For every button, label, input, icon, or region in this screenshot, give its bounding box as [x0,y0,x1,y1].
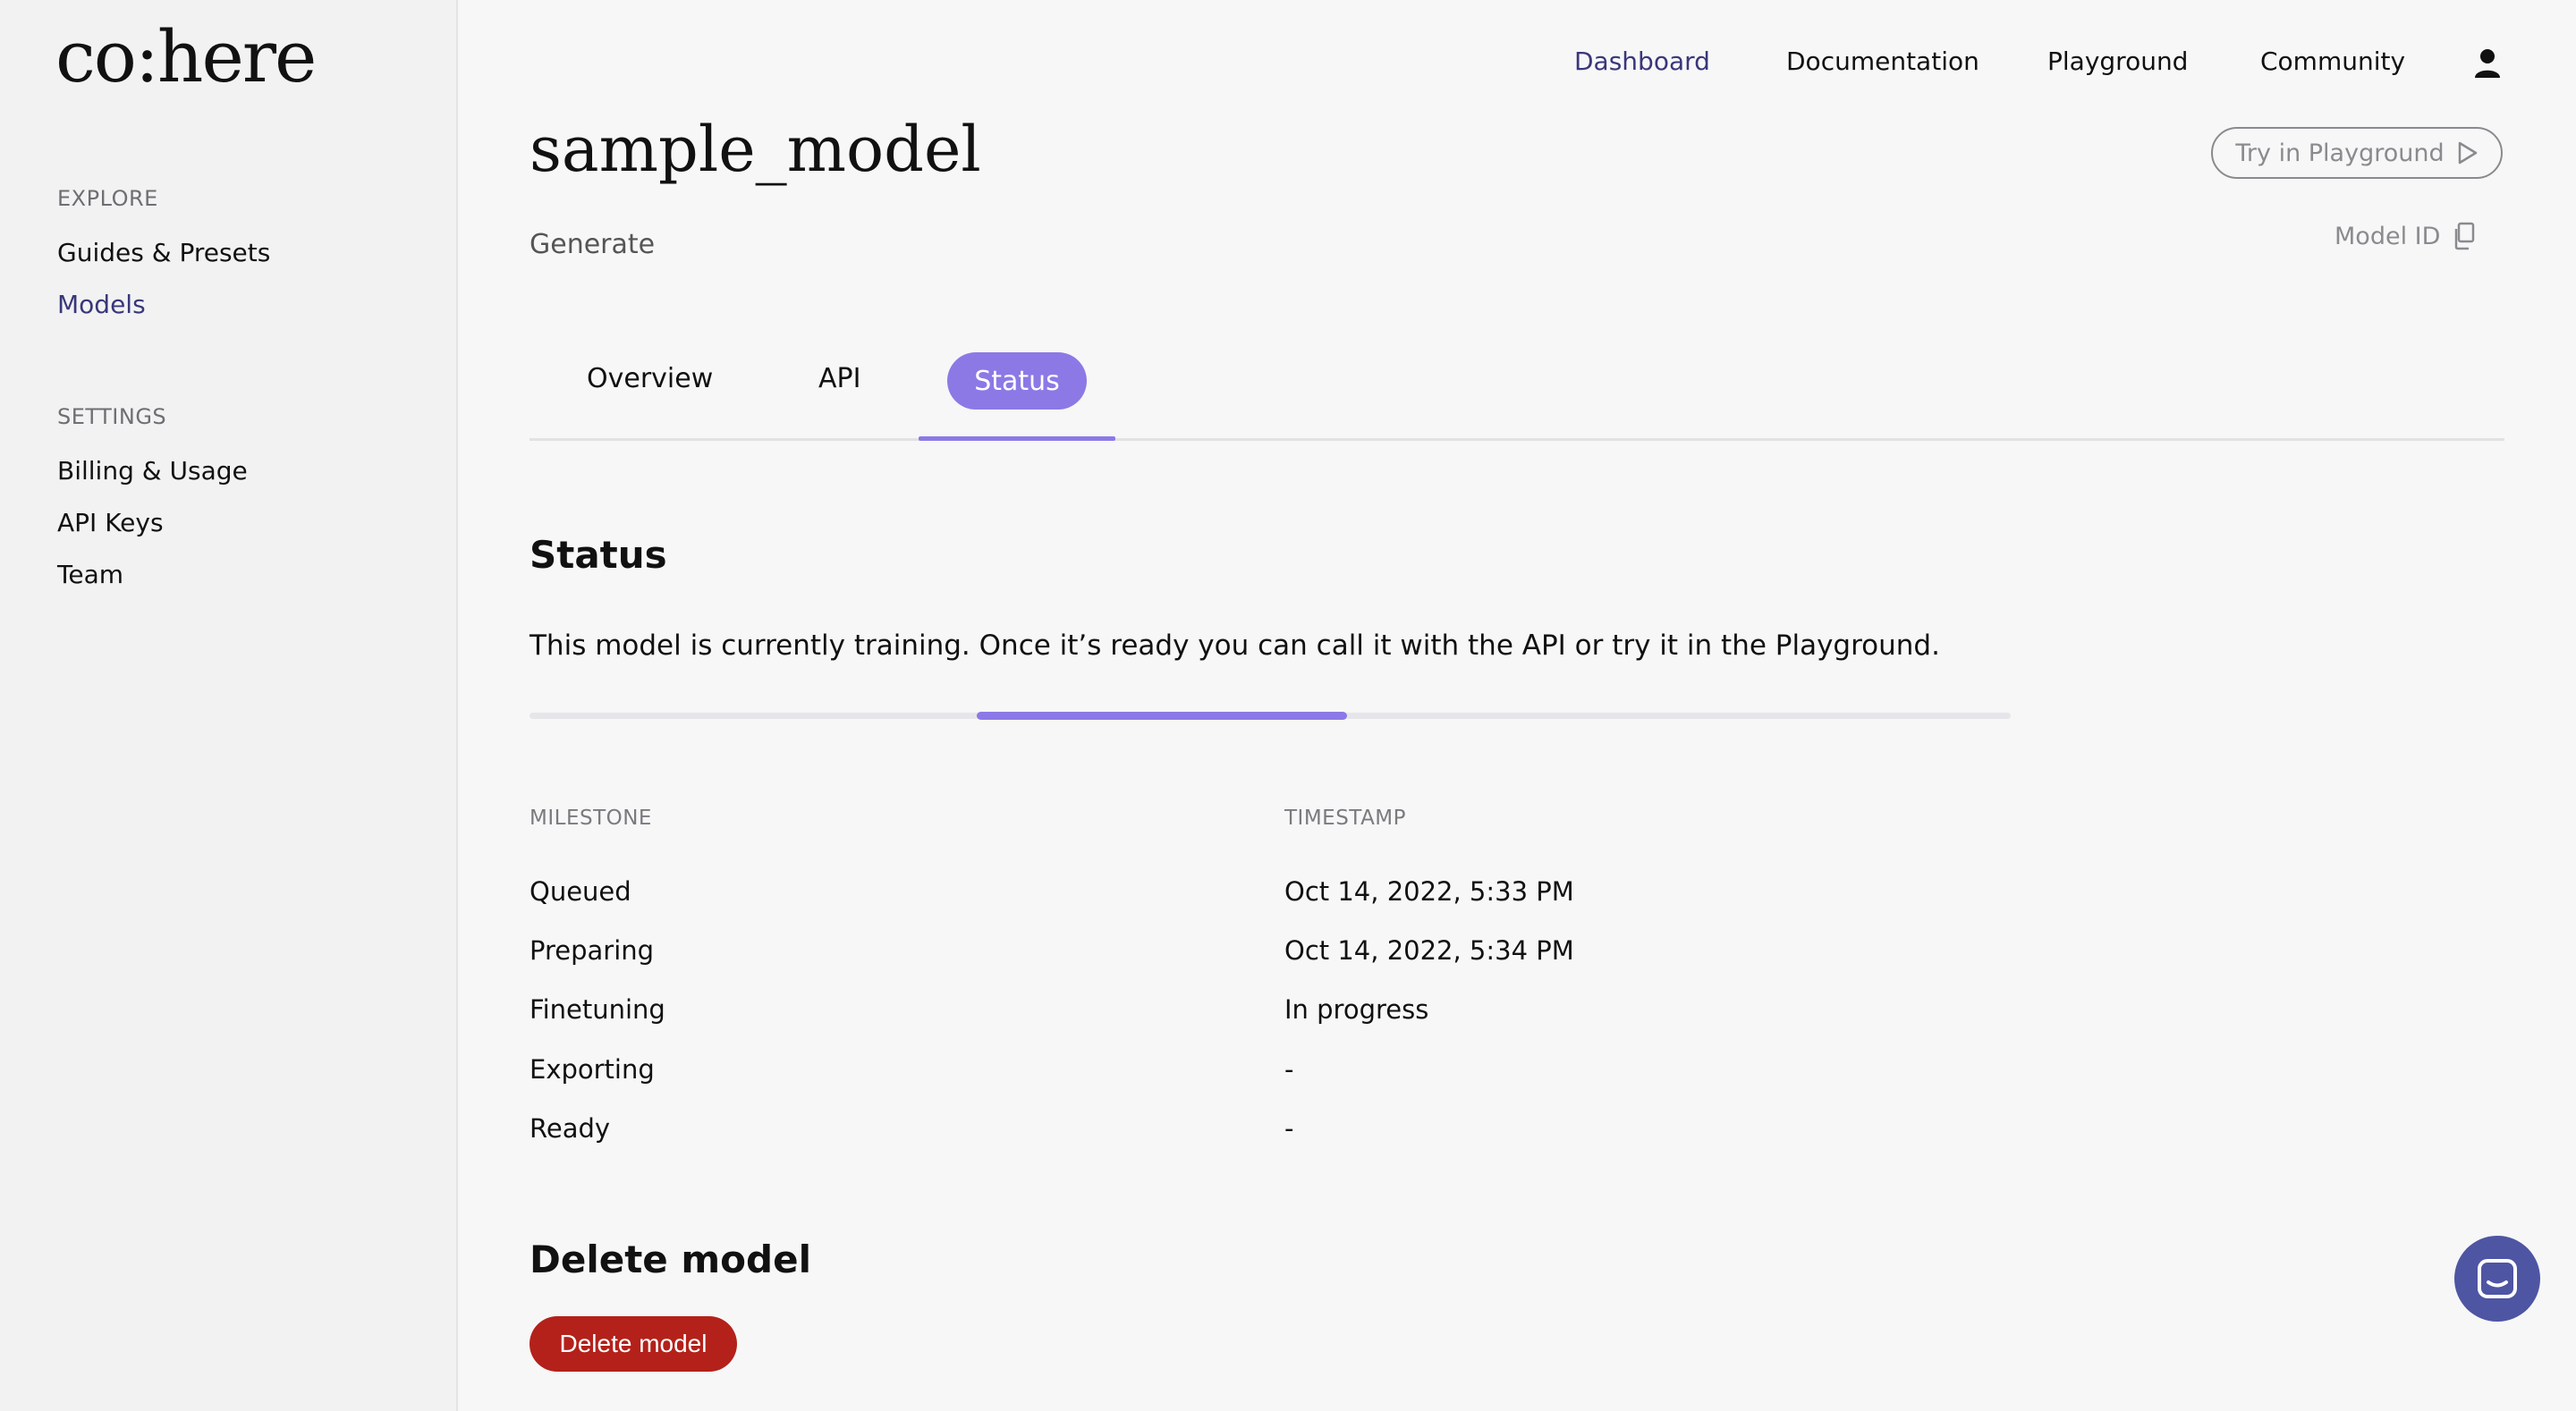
settings-section-label: SETTINGS [57,404,167,429]
page-title: sample_model [530,113,981,186]
status-heading: Status [530,533,667,577]
nav-documentation[interactable]: Documentation [1786,46,1979,76]
chat-launcher-button[interactable] [2454,1236,2540,1322]
milestone-exporting: Exporting [530,1054,655,1085]
tab-api[interactable]: API [818,363,860,394]
sidebar-item-guides-presets[interactable]: Guides & Presets [57,238,270,267]
sidebar: co:here EXPLORE Guides & Presets Models … [0,0,458,1411]
milestone-queued: Queued [530,876,631,907]
timestamp-preparing: Oct 14, 2022, 5:34 PM [1284,935,1574,966]
nav-dashboard[interactable]: Dashboard [1574,46,1710,76]
nav-playground[interactable]: Playground [2047,46,2188,76]
tabs-divider [530,438,2504,441]
model-id-copy[interactable]: Model ID [2334,222,2476,250]
timestamp-exporting: - [1284,1054,1294,1085]
model-type: Generate [530,229,656,260]
milestone-ready: Ready [530,1113,611,1144]
nav-community[interactable]: Community [2260,46,2405,76]
user-icon[interactable] [2474,48,2501,79]
copy-icon [2455,222,2475,250]
sidebar-item-team[interactable]: Team [57,560,123,589]
timestamp-ready: - [1284,1113,1294,1144]
status-description: This model is currently training. Once i… [530,629,1940,662]
chat-icon [2478,1259,2517,1298]
column-header-milestone: MILESTONE [530,807,652,830]
explore-section-label: EXPLORE [57,186,158,211]
cohere-logo[interactable]: co:here [55,21,317,93]
try-in-playground-button[interactable]: Try in Playground [2211,127,2503,179]
play-icon [2458,141,2477,165]
tab-status[interactable]: Status [947,352,1087,410]
sidebar-item-api-keys[interactable]: API Keys [57,508,164,537]
milestone-finetuning: Finetuning [530,994,665,1025]
try-in-playground-label: Try in Playground [2235,139,2445,167]
column-header-timestamp: TIMESTAMP [1284,807,1407,830]
sidebar-item-billing-usage[interactable]: Billing & Usage [57,456,248,486]
model-id-label: Model ID [2334,222,2441,250]
delete-model-button[interactable]: Delete model [530,1316,737,1372]
sidebar-item-models[interactable]: Models [57,290,146,319]
timestamp-finetuning: In progress [1284,994,1429,1025]
milestone-preparing: Preparing [530,935,655,966]
training-progress-indicator [977,712,1348,720]
tab-overview[interactable]: Overview [587,363,713,394]
timestamp-queued: Oct 14, 2022, 5:33 PM [1284,876,1574,907]
delete-heading: Delete model [530,1238,811,1281]
active-tab-indicator [919,436,1115,441]
